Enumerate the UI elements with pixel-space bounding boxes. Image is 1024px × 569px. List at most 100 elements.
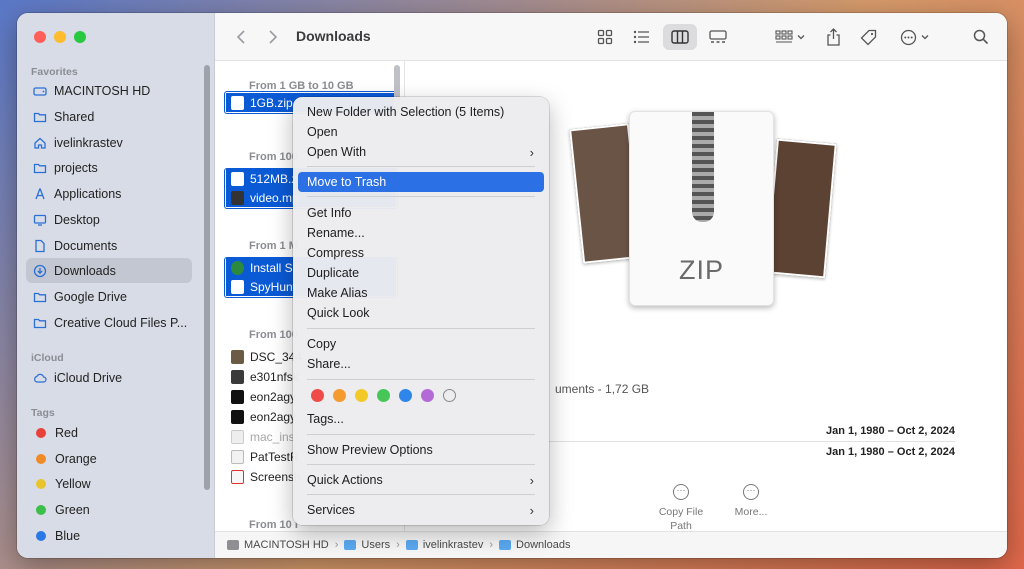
sidebar-item-icloud-drive[interactable]: iCloud Drive bbox=[26, 365, 192, 390]
tag-purple-dot[interactable] bbox=[421, 389, 434, 402]
file-name: eon2agy bbox=[250, 409, 297, 424]
group-header: From 100 bbox=[249, 151, 298, 163]
menu-item-new-folder-with-selection[interactable]: New Folder with Selection (5 Items) bbox=[298, 102, 544, 122]
sidebar-tag-orange[interactable]: Orange bbox=[26, 446, 192, 471]
path-label: ivelinkrastev bbox=[422, 539, 484, 551]
menu-item-show-preview-options[interactable]: Show Preview Options bbox=[298, 440, 544, 460]
tag-yellow-dot[interactable] bbox=[355, 389, 368, 402]
icon-view-button[interactable] bbox=[593, 25, 617, 49]
downloads-folder-icon bbox=[499, 540, 512, 550]
tag-button[interactable] bbox=[856, 24, 880, 50]
sidebar-tag-red[interactable]: Red bbox=[26, 420, 192, 445]
path-segment-downloads[interactable]: Downloads bbox=[499, 539, 570, 551]
menu-separator bbox=[307, 328, 535, 329]
menu-item-get-info[interactable]: Get Info bbox=[298, 203, 544, 223]
tag-red-dot[interactable] bbox=[311, 389, 324, 402]
sidebar-item-projects[interactable]: projects bbox=[26, 155, 192, 180]
menu-item-label: Show Preview Options bbox=[307, 443, 433, 457]
sidebar-item-shared[interactable]: Shared bbox=[26, 104, 192, 129]
sidebar-item-label: MACINTOSH HD bbox=[54, 83, 151, 98]
menu-item-tags[interactable]: Tags... bbox=[298, 409, 544, 429]
tag-none-dot[interactable] bbox=[443, 389, 456, 402]
menu-item-label: Quick Look bbox=[307, 306, 370, 320]
minimize-button[interactable] bbox=[54, 31, 66, 43]
image-file-icon bbox=[231, 469, 244, 484]
chevron-right-icon: › bbox=[529, 144, 534, 160]
sidebar-tag-yellow[interactable]: Yellow bbox=[26, 471, 192, 496]
list-view-button[interactable] bbox=[629, 25, 653, 49]
menu-item-open[interactable]: Open bbox=[298, 122, 544, 142]
sidebar-item-google-drive[interactable]: Google Drive bbox=[26, 284, 192, 309]
menu-item-label: Get Info bbox=[307, 206, 352, 220]
path-separator: › bbox=[396, 539, 400, 551]
date-range-modified: Jan 1, 1980 – Oct 2, 2024 bbox=[825, 446, 955, 458]
action-menu-button[interactable] bbox=[896, 24, 932, 50]
sidebar-section-tags: Tags bbox=[31, 407, 55, 419]
copy-file-path-action[interactable]: ··· Copy File Path bbox=[646, 484, 716, 532]
preview-thumbnail: ZIP bbox=[569, 106, 846, 321]
divider bbox=[546, 441, 955, 442]
zip-zipper bbox=[692, 112, 714, 222]
menu-item-quick-actions[interactable]: Quick Actions › bbox=[298, 470, 544, 490]
sidebar-scrollbar[interactable] bbox=[204, 65, 210, 490]
menu-item-move-to-trash[interactable]: Move to Trash bbox=[298, 172, 544, 192]
path-label: Downloads bbox=[516, 539, 571, 551]
menu-item-compress[interactable]: Compress bbox=[298, 243, 544, 263]
downloads-icon bbox=[33, 264, 47, 278]
toolbar: Downloads bbox=[215, 13, 1007, 61]
sidebar-tag-blue[interactable]: Blue bbox=[26, 523, 192, 548]
zoom-button[interactable] bbox=[74, 31, 86, 43]
menu-item-copy[interactable]: Copy bbox=[298, 334, 544, 354]
menu-item-duplicate[interactable]: Duplicate bbox=[298, 263, 544, 283]
video-file-icon bbox=[231, 369, 244, 384]
video-file-icon bbox=[231, 409, 244, 424]
columns-icon bbox=[671, 30, 689, 44]
menu-item-quick-look[interactable]: Quick Look bbox=[298, 303, 544, 323]
sidebar-item-creative-cloud[interactable]: Creative Cloud Files P... bbox=[26, 310, 192, 335]
chevron-right-icon: › bbox=[529, 502, 534, 518]
menu-item-share[interactable]: Share... bbox=[298, 354, 544, 374]
path-segment-macintosh-hd[interactable]: MACINTOSH HD bbox=[227, 539, 329, 551]
sidebar-item-documents[interactable]: Documents bbox=[26, 233, 192, 258]
gallery-view-button[interactable] bbox=[706, 25, 730, 49]
menu-item-services[interactable]: Services › bbox=[298, 500, 544, 520]
grid-icon bbox=[597, 29, 613, 45]
menu-item-rename[interactable]: Rename... bbox=[298, 223, 544, 243]
tag-blue-dot[interactable] bbox=[399, 389, 412, 402]
menu-item-label: Make Alias bbox=[307, 286, 368, 300]
path-segment-home[interactable]: ivelinkrastev bbox=[405, 539, 484, 551]
sidebar-item-home[interactable]: ivelinkrastev bbox=[26, 130, 192, 155]
document-icon bbox=[231, 429, 244, 444]
column-view-button[interactable] bbox=[663, 24, 697, 50]
menu-separator bbox=[307, 379, 535, 380]
video-file-icon bbox=[231, 389, 244, 404]
path-segment-users[interactable]: Users bbox=[344, 539, 390, 551]
zip-label: ZIP bbox=[678, 255, 724, 285]
back-button[interactable] bbox=[231, 27, 251, 47]
ellipsis-icon: ··· bbox=[743, 484, 759, 500]
menu-item-make-alias[interactable]: Make Alias bbox=[298, 283, 544, 303]
forward-button[interactable] bbox=[263, 27, 283, 47]
sidebar-tag-green[interactable]: Green bbox=[26, 497, 192, 522]
share-button[interactable] bbox=[821, 24, 845, 50]
sidebar: Favorites MACINTOSH HD Shared ivelinkras… bbox=[17, 13, 215, 558]
more-action[interactable]: ··· More... bbox=[716, 484, 786, 518]
sidebar-item-label: Desktop bbox=[54, 212, 100, 227]
sidebar-item-macintosh-hd[interactable]: MACINTOSH HD bbox=[26, 78, 192, 103]
tag-green-dot[interactable] bbox=[377, 389, 390, 402]
menu-item-open-with[interactable]: Open With › bbox=[298, 142, 544, 162]
sidebar-section-favorites: Favorites bbox=[31, 66, 78, 78]
close-button[interactable] bbox=[34, 31, 46, 43]
tag-orange-dot[interactable] bbox=[333, 389, 346, 402]
sidebar-item-downloads[interactable]: Downloads bbox=[26, 258, 192, 283]
group-by-button[interactable] bbox=[772, 25, 808, 49]
path-bar: MACINTOSH HD › Users › ivelinkrastev › D… bbox=[215, 531, 1007, 558]
sidebar-item-desktop[interactable]: Desktop bbox=[26, 207, 192, 232]
menu-separator bbox=[307, 166, 535, 167]
gallery-icon bbox=[709, 30, 727, 43]
sidebar-item-label: ivelinkrastev bbox=[54, 135, 123, 150]
file-name: e301nfsk bbox=[250, 369, 299, 384]
sidebar-item-applications[interactable]: Applications bbox=[26, 181, 192, 206]
menu-item-label: Share... bbox=[307, 357, 351, 371]
search-button[interactable] bbox=[969, 24, 993, 50]
